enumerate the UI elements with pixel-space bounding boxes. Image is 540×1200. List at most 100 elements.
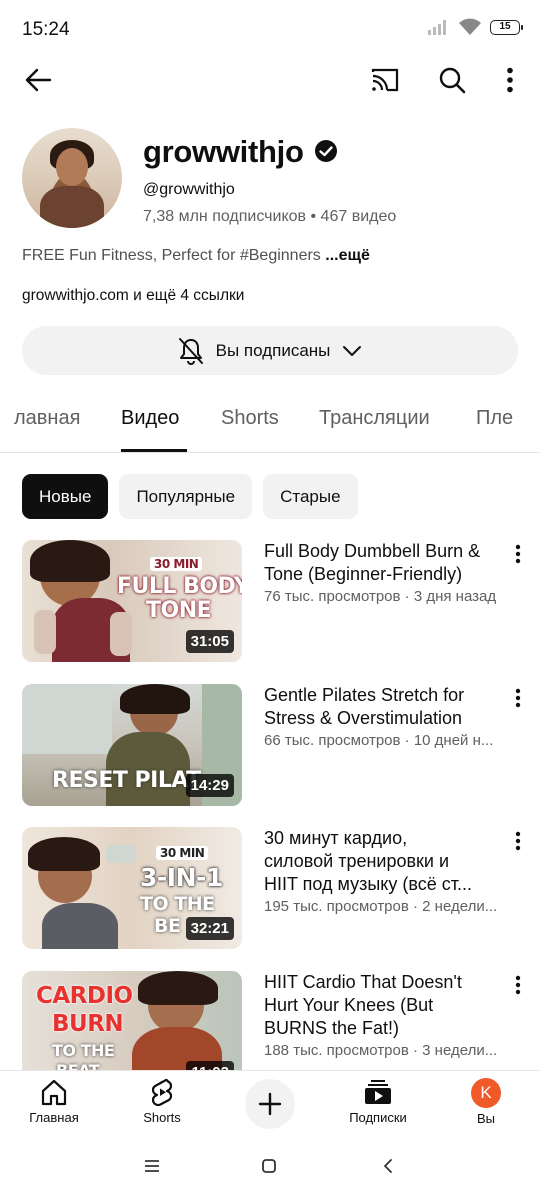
video-thumbnail[interactable]: RESET PILAT 14:29 [22, 684, 242, 806]
verified-badge-icon [314, 139, 337, 162]
recents-button[interactable] [130, 1144, 174, 1188]
chip-popular[interactable]: Популярные [119, 474, 253, 519]
system-navigation-bar [0, 1140, 540, 1200]
nav-you-label: Вы [476, 1111, 495, 1126]
video-menu-button[interactable] [510, 973, 526, 997]
video-meta: 188 тыс. просмотров · 3 недели... [264, 1042, 498, 1059]
subscribed-label: Вы подписаны [215, 340, 331, 360]
arrow-back-icon [25, 68, 52, 92]
video-list: 30 MIN FULL BODY TONE 31:05 Full Body Du… [0, 540, 540, 1070]
back-button[interactable] [16, 58, 60, 102]
channel-stats: 7,38 млн подписчиков • 467 видео [143, 208, 396, 226]
video-title[interactable]: Full Body Dumbbell Burn & Tone (Beginner… [264, 540, 504, 586]
home-system-button[interactable] [247, 1144, 291, 1188]
thumbnail-text: RESET PILAT [52, 768, 201, 793]
signal-icon [428, 20, 446, 35]
video-item[interactable]: 30 MIN 3-IN-1 TO THE BE 32:21 30 минут к… [0, 827, 540, 949]
tab-live[interactable]: Трансляции [319, 407, 430, 430]
channel-name-text: growwithjo [143, 134, 304, 169]
subscriber-count: 7,38 млн подписчиков [143, 208, 307, 225]
video-title-line: Hurt Your Knees (But [264, 995, 434, 1015]
nav-subscriptions-label: Подписки [349, 1110, 407, 1125]
channel-description[interactable]: FREE Fun Fitness, Perfect for #Beginners… [22, 247, 370, 265]
video-duration: 14:29 [185, 774, 234, 797]
recents-menu-icon [145, 1160, 159, 1172]
more-vert-icon [515, 544, 521, 564]
battery-icon: 15 [490, 19, 523, 35]
channel-avatar[interactable] [22, 128, 122, 228]
tab-videos[interactable]: Видео [121, 407, 179, 430]
chevron-left-icon [384, 1159, 392, 1173]
thumbnail-text: BEAT [56, 1061, 100, 1070]
subscriptions-icon [365, 1080, 391, 1104]
video-title[interactable]: Gentle Pilates Stretch for Stress & Over… [264, 684, 504, 730]
nav-home[interactable]: Главная [14, 1077, 94, 1125]
video-thumbnail[interactable]: 30 MIN 3-IN-1 TO THE BE 32:21 [22, 827, 242, 949]
video-menu-button[interactable] [510, 686, 526, 710]
video-title-line: 30 минут кардио, [264, 828, 408, 848]
chevron-down-icon [343, 345, 362, 356]
account-avatar: K [471, 1078, 501, 1108]
active-tab-indicator [121, 449, 187, 452]
video-duration: 31:05 [185, 630, 234, 653]
thumbnail-text: BE [154, 915, 181, 937]
video-meta: 66 тыс. просмотров · 10 дней н... [264, 732, 494, 749]
description-text: FREE Fun Fitness, Perfect for #Beginners [22, 247, 321, 264]
video-title-line: HIIT под музыку (всё ст... [264, 874, 473, 894]
video-item[interactable]: RESET PILAT 14:29 Gentle Pilates Stretch… [0, 684, 540, 806]
video-menu-button[interactable] [510, 542, 526, 566]
cast-button[interactable] [363, 58, 407, 102]
chip-newest[interactable]: Новые [22, 474, 109, 519]
thumbnail-text: TO THE [52, 1041, 115, 1060]
video-thumbnail[interactable]: 30 MIN FULL BODY TONE 31:05 [22, 540, 242, 662]
status-time: 15:24 [22, 19, 70, 40]
nav-subscriptions[interactable]: Подписки [338, 1077, 418, 1125]
tab-playlists[interactable]: Пле [476, 407, 513, 430]
video-duration: 11:03 [186, 1061, 234, 1070]
status-icons: 15 [428, 18, 523, 36]
thumbnail-text: TO THE [140, 893, 215, 915]
more-options-button[interactable] [488, 58, 532, 102]
video-title-line: BURNS the Fat!) [264, 1018, 400, 1038]
video-item[interactable]: CARDIO BURN TO THE BEAT 11:03 HIIT Cardi… [0, 971, 540, 1070]
bell-off-icon [178, 337, 203, 365]
channel-name: growwithjo [143, 134, 338, 170]
sort-chips: Новые Популярные Старые [22, 474, 358, 519]
status-bar: 15:24 15 [0, 0, 540, 58]
shorts-icon [151, 1078, 173, 1107]
video-title-line: Stress & Overstimulation [264, 708, 463, 728]
wifi-icon [459, 18, 481, 35]
video-item[interactable]: 30 MIN FULL BODY TONE 31:05 Full Body Du… [0, 540, 540, 662]
video-title-line: силовой тренировки и [264, 851, 450, 871]
video-duration: 32:21 [185, 917, 234, 940]
stats-separator: • [310, 208, 317, 225]
more-vert-icon [507, 67, 513, 93]
back-system-button[interactable] [366, 1144, 410, 1188]
channel-links[interactable]: growwithjo.com и ещё 4 ссылки [22, 287, 244, 305]
description-more-link[interactable]: ...ещё [325, 247, 370, 264]
video-title[interactable]: HIIT Cardio That Doesn't Hurt Your Knees… [264, 971, 504, 1040]
plus-icon [258, 1092, 282, 1116]
thumbnail-text: TONE [146, 598, 212, 623]
video-meta: 195 тыс. просмотров · 2 недели... [264, 898, 498, 915]
video-title-line: Tone (Beginner-Friendly) [264, 564, 463, 584]
nav-you[interactable]: K Вы [446, 1077, 526, 1126]
search-button[interactable] [430, 58, 474, 102]
channel-handle: @growwithjo [143, 181, 235, 198]
tab-home[interactable]: лавная [14, 407, 80, 430]
video-menu-button[interactable] [510, 829, 526, 853]
video-count: 467 видео [320, 208, 397, 225]
create-button[interactable] [245, 1079, 295, 1129]
tab-shorts[interactable]: Shorts [221, 407, 279, 430]
thumbnail-badge: 30 MIN [150, 557, 203, 571]
top-app-bar [0, 58, 540, 102]
nav-shorts[interactable]: Shorts [122, 1077, 202, 1125]
thumbnail-text: BURN [52, 1011, 124, 1037]
chip-oldest[interactable]: Старые [263, 474, 358, 519]
channel-header: growwithjo @growwithjo 7,38 млн подписчи… [22, 128, 522, 228]
video-title-line: Gentle Pilates Stretch for [264, 685, 465, 705]
subscribed-button[interactable]: Вы подписаны [22, 326, 518, 375]
cast-icon [371, 68, 399, 92]
video-title[interactable]: 30 минут кардио, силовой тренировки и HI… [264, 827, 504, 896]
video-thumbnail[interactable]: CARDIO BURN TO THE BEAT 11:03 [22, 971, 242, 1070]
